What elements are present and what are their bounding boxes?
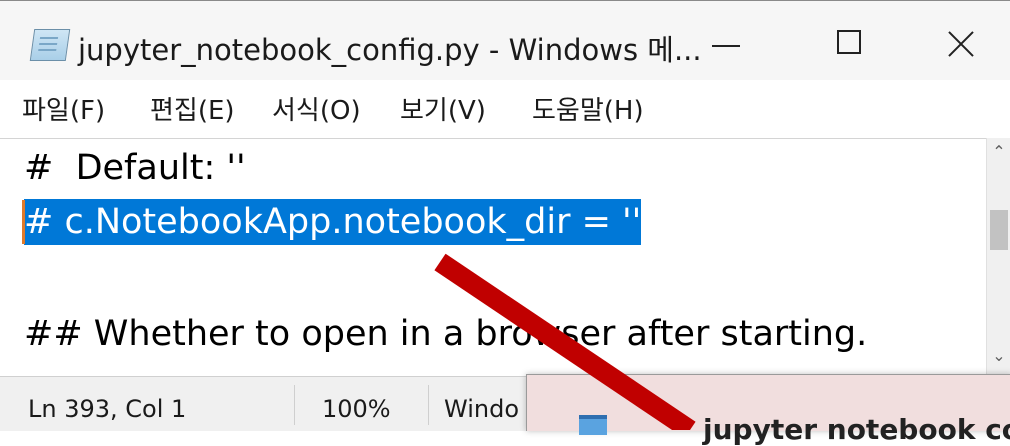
status-divider — [428, 385, 429, 425]
editor-line: ## Whether to open in a browser after st… — [24, 314, 868, 354]
menu-file[interactable]: 파일(F) — [22, 90, 105, 127]
notepad-icon — [579, 415, 607, 435]
vertical-scrollbar[interactable]: ⌃ ⌄ — [986, 138, 1010, 376]
editor-line-selected: # c.NotebookApp.notebook_dir = '' — [24, 199, 642, 245]
scroll-thumb[interactable] — [990, 210, 1008, 250]
window-title: jupyter_notebook_config.py - Windows 메..… — [78, 33, 702, 67]
menu-edit[interactable]: 편집(E) — [150, 90, 235, 127]
menu-view[interactable]: 보기(V) — [400, 90, 486, 127]
minimize-button[interactable] — [696, 19, 756, 69]
scroll-down-icon[interactable]: ⌄ — [991, 348, 1007, 364]
menu-help[interactable]: 도움말(H) — [532, 90, 644, 127]
text-editor[interactable]: # Default: '' # c.NotebookApp.notebook_d… — [0, 138, 986, 377]
scroll-up-icon[interactable]: ⌃ — [991, 144, 1007, 160]
menu-format[interactable]: 서식(O) — [272, 90, 361, 127]
text-caret — [22, 200, 25, 244]
editor-line: # Default: '' — [24, 148, 246, 188]
close-button[interactable] — [930, 19, 990, 69]
menu-bar: 파일(F) 편집(E) 서식(O) 보기(V) 도움말(H) — [0, 80, 1010, 138]
zoom-level: 100% — [322, 395, 391, 423]
status-divider — [294, 385, 295, 425]
title-bar: jupyter_notebook_config.py - Windows 메..… — [0, 0, 1010, 81]
cursor-position: Ln 393, Col 1 — [28, 395, 187, 423]
line-ending: Windo — [444, 395, 519, 423]
maximize-button[interactable] — [820, 19, 880, 69]
taskbar-preview[interactable]: jupyter notebook co — [526, 374, 1010, 446]
notepad-icon — [29, 29, 71, 61]
